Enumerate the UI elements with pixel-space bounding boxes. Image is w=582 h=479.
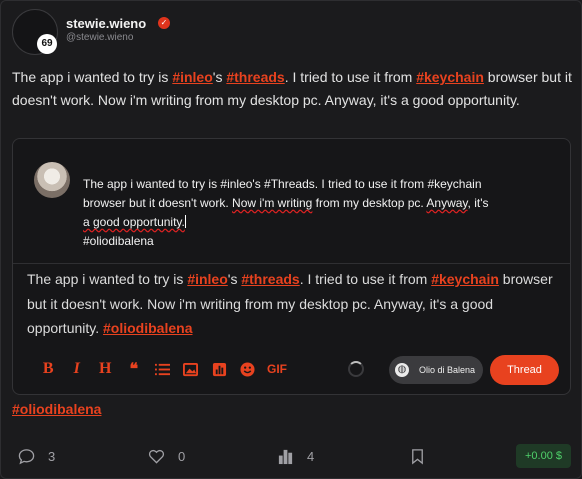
list-icon (154, 363, 170, 375)
hashtag-link[interactable]: #inleo (172, 69, 212, 85)
comments-count: 3 (48, 449, 56, 464)
bold-button[interactable]: B (34, 360, 63, 378)
likes-count: 0 (178, 449, 186, 464)
reputation-badge: 69 (37, 34, 57, 54)
list-button[interactable] (148, 362, 177, 377)
payout-badge[interactable]: +0.00 $ (516, 444, 571, 468)
comment-icon (18, 449, 35, 465)
hashtag-link[interactable]: #threads (226, 69, 284, 85)
verified-check-icon: ✓ (158, 17, 170, 29)
hashtag-link[interactable]: #keychain (416, 69, 484, 85)
hashtag-link[interactable]: #keychain (431, 271, 499, 287)
hashtag-link[interactable]: #oliodibalena (12, 401, 101, 417)
draft-line: browser but it doesn't work. Now i'm wri… (83, 196, 489, 210)
thread-editor: The app i wanted to try is #inleo's #Thr… (12, 138, 571, 395)
editor-divider (13, 263, 570, 264)
image-icon (183, 362, 199, 376)
quote-button[interactable]: ❝ (120, 359, 149, 379)
comments-stat[interactable]: 3 (18, 448, 55, 465)
post-text: . I tried to use it from (284, 69, 417, 85)
italic-button[interactable]: I (63, 360, 92, 378)
hashtag-link[interactable]: #inleo (187, 271, 227, 287)
hashtag-link[interactable]: #threads (241, 271, 299, 287)
community-selector[interactable]: ◍ Olio di Balena (389, 356, 483, 384)
hashtag-link[interactable]: #oliodibalena (103, 320, 192, 336)
thread-preview: The app i wanted to try is #inleo's #thr… (27, 267, 557, 341)
poll-button[interactable] (205, 362, 234, 377)
gif-button[interactable]: GIF (262, 362, 292, 376)
image-button[interactable] (177, 362, 206, 377)
heart-icon (148, 449, 165, 464)
loading-spinner-icon (348, 361, 364, 377)
draft-line: The app i wanted to try is #inleo's #Thr… (83, 177, 482, 191)
preview-text: The app i wanted to try is (27, 271, 188, 287)
bookmark-icon (412, 449, 423, 465)
post-body: The app i wanted to try is #inleo's #thr… (12, 66, 572, 112)
draft-line: a good opportunity. (83, 215, 186, 229)
likes-stat[interactable]: 0 (148, 448, 185, 465)
formatting-toolbar: B I H ❝ GIF (34, 359, 292, 379)
preview-text: 's (227, 271, 242, 287)
poll-icon (212, 362, 226, 376)
votes-count: 4 (307, 449, 315, 464)
draft-line: #oliodibalena (83, 234, 154, 248)
text-caret (184, 215, 186, 228)
heading-button[interactable]: H (91, 360, 120, 378)
emoji-icon (240, 361, 255, 377)
thread-submit-button[interactable]: Thread (490, 355, 559, 385)
post-text: The app i wanted to try is (12, 69, 173, 85)
globe-icon: ◍ (395, 363, 409, 377)
author-username[interactable]: stewie.wieno (66, 16, 146, 31)
bar-chart-icon (278, 449, 293, 465)
bookmark-button[interactable] (409, 448, 439, 465)
thread-card: 69 stewie.wieno ✓ @stewie.wieno The app … (0, 0, 582, 479)
post-text: 's (212, 69, 227, 85)
votes-stat[interactable]: 4 (277, 448, 314, 465)
draft-textarea[interactable]: The app i wanted to try is #inleo's #Thr… (83, 175, 553, 251)
author-handle: @stewie.wieno (66, 32, 134, 43)
editor-avatar (34, 162, 70, 198)
emoji-button[interactable] (234, 361, 263, 377)
preview-text: . I tried to use it from (299, 271, 432, 287)
community-label: Olio di Balena (419, 365, 476, 375)
